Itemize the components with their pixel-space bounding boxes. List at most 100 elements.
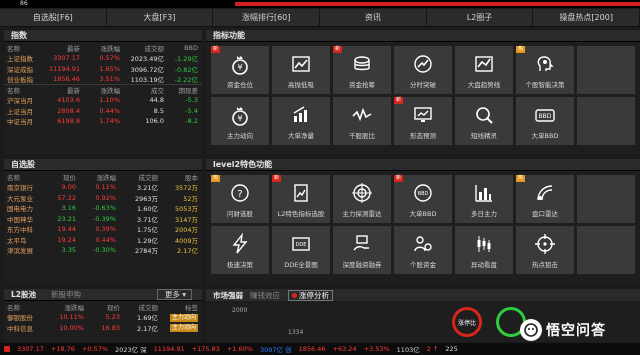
level2-tile-8[interactable]: DDE DDE全景图: [272, 226, 330, 274]
indices-header-row: 名称 最新 涨跌幅 成交额 BBD: [4, 42, 202, 53]
features-grid: 新 ¥ 资金仓位高抛低吸 新资金抢筹 分时突破大盘趋势线 热个股智能决策 ¥ 主力动向 大单净量…: [206, 42, 640, 145]
status-item: 2 ↑: [426, 345, 439, 353]
level2-tile-7[interactable]: 极速决策: [211, 226, 269, 274]
tile-label: 高抛低吸: [288, 81, 314, 89]
indices-panel: 指数 名称 最新 涨跌幅 成交额 BBD 上证指数 3307.17 0.57% …: [4, 30, 202, 154]
cell: 大元泵业: [7, 194, 33, 203]
table-row[interactable]: 中证当月 6198.8 1.74% 106.0 -8.2: [4, 116, 202, 127]
level2-tile-9[interactable]: 深度融资融券: [333, 226, 391, 274]
question-icon: ?: [229, 182, 251, 204]
tab-market-strength[interactable]: 市场强弱: [206, 290, 243, 301]
tab-market[interactable]: 大盘[F3]: [107, 9, 214, 26]
table-row[interactable]: 御银股份 10.11% 5.23 1.69亿 主力动向: [4, 312, 202, 323]
watchlist-header-row: 名称 现价 涨跌幅 成交额 股本: [4, 171, 202, 182]
status-bar: 3307.17 +18.76 +0.57% 2023亿 深 11194.91 +175.8…: [0, 343, 640, 355]
features-tile-0[interactable]: 新 ¥ 资金仓位: [211, 46, 269, 94]
col-name: 名称: [4, 84, 48, 95]
cell: 1.75亿: [137, 226, 158, 235]
features-tile-2[interactable]: 新资金抢筹: [333, 46, 391, 94]
level2-tile-10[interactable]: 个股资金: [394, 226, 452, 274]
status-item: +0.57%: [81, 345, 109, 353]
table-row[interactable]: 东方中科 19.44 0.39% 1.75亿 2004万: [4, 224, 202, 235]
table-row[interactable]: 南京银行 9.00 0.11% 3.21亿 3572万: [4, 182, 202, 193]
features-tile-9[interactable]: 千股股比: [333, 97, 391, 145]
level2-tile-4[interactable]: 多日主力: [455, 175, 513, 223]
tile-label: 大单BBD: [531, 132, 559, 140]
more-dropdown[interactable]: 更多 ▾: [156, 289, 192, 300]
features-tile-7[interactable]: ¥ 主力动向: [211, 97, 269, 145]
new-badge: 新: [394, 175, 404, 182]
table-row[interactable]: 津滨发展 3.35 -0.30% 2784万 2.17亿: [4, 245, 202, 256]
tile-label: 主力动向: [227, 132, 253, 140]
cell: 10.00%: [59, 323, 84, 332]
tab-l2-circle[interactable]: L2圈子: [427, 9, 534, 26]
table-row[interactable]: 上证指数 3307.17 0.57% 2023.49亿 -1.29亿: [4, 53, 202, 64]
features-tile-empty: [577, 46, 635, 94]
level2-tile-empty: [577, 175, 635, 223]
col-latest: 最新: [67, 44, 80, 53]
tab-watchlist[interactable]: 自选股[F6]: [0, 9, 107, 26]
features-tile-8[interactable]: 大单净量: [272, 97, 330, 145]
limit-up-analysis-button[interactable]: 涨停分析: [288, 289, 333, 301]
more-label: 更多: [164, 290, 180, 299]
cell: 1.65%: [99, 64, 120, 73]
cell: 2004万: [174, 226, 198, 235]
level2-tile-3[interactable]: 新 BBD 大单BBD: [394, 175, 452, 223]
table-row[interactable]: 沪深当月 4103.6 1.10% 44.8 -5.3: [4, 95, 202, 106]
trend-line-icon: [473, 53, 495, 75]
level2-tile-11[interactable]: 异动看盘: [455, 226, 513, 274]
features-tile-12[interactable]: BBD 大单BBD: [516, 97, 574, 145]
table-row[interactable]: 太平鸟 19.24 0.44% 1.29亿 4009万: [4, 235, 202, 246]
bar-arrow-icon: [290, 104, 312, 126]
features-tile-3[interactable]: 分时突破: [394, 46, 452, 94]
table-row[interactable]: 中国神华 23.21 -0.39% 3.71亿 3147万: [4, 214, 202, 225]
tab-l2pool[interactable]: L2股池: [4, 289, 36, 300]
radar-icon: [534, 182, 556, 204]
tab-ipo[interactable]: 新股申购: [44, 289, 81, 300]
col-basis: 期现差: [168, 84, 202, 95]
table-row[interactable]: 上证当月 2808.4 0.44% 8.5 -5.4: [4, 106, 202, 117]
indices-table: 名称 最新 涨跌幅 成交额 BBD 上证指数 3307.17 0.57% 202…: [4, 42, 202, 127]
col-shares: 股本: [185, 173, 198, 182]
tile-label: 形态预测: [410, 132, 436, 140]
col-price: 现价: [107, 303, 120, 312]
col-tag: 标签: [185, 303, 198, 312]
tile-label: 个股资金: [410, 261, 436, 269]
table-row[interactable]: 中科信息 10.00% 16.83 2.17亿 主力动向: [4, 323, 202, 334]
tab-hotspots[interactable]: 操盘热点[200]: [533, 9, 640, 26]
status-badge[interactable]: 主力动向: [169, 313, 198, 322]
col-price: 现价: [63, 173, 76, 182]
hot-badge: 热: [516, 46, 526, 53]
svg-text:¥: ¥: [237, 114, 242, 123]
level2-tile-2[interactable]: 主力探测雷达: [333, 175, 391, 223]
level2-tile-0[interactable]: 热? 问财选股: [211, 175, 269, 223]
l2pool-tabs: L2股池 新股申购 更多 ▾: [4, 289, 202, 301]
tile-label: 大盘趋势线: [467, 81, 501, 89]
wave-icon: [351, 104, 373, 126]
status-badge[interactable]: 主力动向: [169, 324, 198, 333]
level2-tile-5[interactable]: 热盘口雷达: [516, 175, 574, 223]
cell: -1.29亿: [174, 55, 198, 64]
col-turnover: 成交额: [144, 44, 165, 53]
features-tile-11[interactable]: 短线精灵: [455, 97, 513, 145]
features-tile-4[interactable]: 大盘趋势线: [455, 46, 513, 94]
tile-label: 问财选股: [227, 210, 253, 218]
table-row[interactable]: 深证成指 11194.91 1.65% 3096.72亿 -0.82亿: [4, 64, 202, 75]
table-row[interactable]: 创业板指 1856.46 3.51% 1103.19亿 -2.22亿: [4, 74, 202, 85]
table-row[interactable]: 大元泵业 57.22 0.92% 2963万 52万: [4, 193, 202, 204]
table-row[interactable]: 国电电力 3.16 -0.63% 1.60亿 5053万: [4, 203, 202, 214]
tile-label: 资金抢筹: [349, 81, 375, 89]
level2-tile-1[interactable]: 新 L2特色指标选股: [272, 175, 330, 223]
market-dot-icon: [4, 346, 10, 352]
features-tile-1[interactable]: 高抛低吸: [272, 46, 330, 94]
tab-profit-effect[interactable]: 赚钱效应: [243, 290, 280, 301]
features-tile-10[interactable]: 新形态预测: [394, 97, 452, 145]
cell: 4009万: [174, 236, 198, 245]
cell: 东方中科: [7, 226, 33, 235]
tab-news[interactable]: 资讯: [320, 9, 427, 26]
level2-tile-12[interactable]: 热点狙击: [516, 226, 574, 274]
svg-text:BBD: BBD: [539, 113, 552, 120]
cell: 10.11%: [59, 313, 84, 322]
features-tile-5[interactable]: 热个股智能决策: [516, 46, 574, 94]
tab-gainers[interactable]: 涨幅排行[60]: [213, 9, 321, 26]
